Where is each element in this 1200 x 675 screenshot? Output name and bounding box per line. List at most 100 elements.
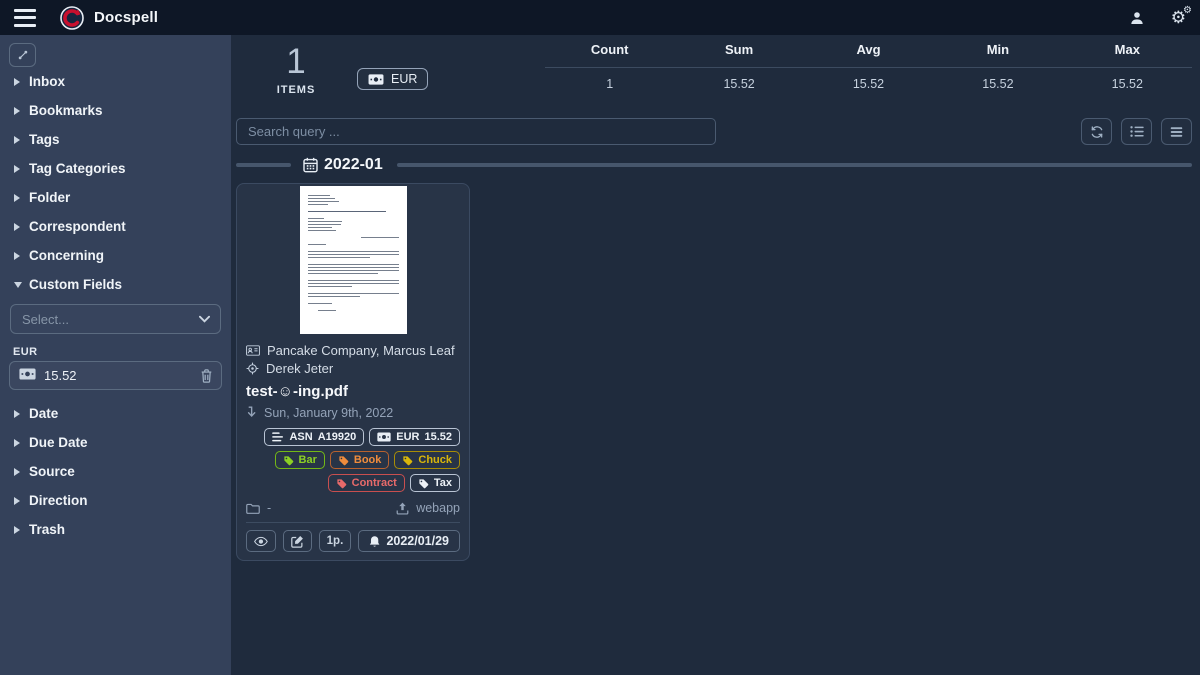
stats-header-min: Min: [933, 42, 1062, 68]
custom-field-value: 15.52: [44, 368, 77, 383]
items-count: 1 ITEMS: [266, 43, 326, 96]
custom-field-select[interactable]: Select...: [10, 304, 221, 334]
stats-value-avg: 15.52: [804, 68, 933, 91]
sidebar-item-trash[interactable]: Trash: [0, 515, 231, 544]
edit-button[interactable]: [283, 530, 312, 552]
divider: [236, 163, 291, 167]
amount-badge: EUR 15.52: [369, 428, 460, 446]
tag-bar[interactable]: Bar: [275, 451, 325, 469]
stats-value-sum: 15.52: [674, 68, 803, 91]
sidebar-item-bookmarks[interactable]: Bookmarks: [0, 96, 231, 125]
item-date-text: Sun, January 9th, 2022: [264, 406, 393, 420]
caret-right-icon: [13, 193, 23, 203]
preview-button[interactable]: [246, 530, 276, 552]
search-row: [236, 118, 1192, 145]
tag-contract[interactable]: Contract: [328, 474, 405, 492]
app-title: Docspell: [94, 9, 158, 26]
stats-header-avg: Avg: [804, 42, 933, 68]
money-bill-icon: [368, 74, 384, 85]
caret-right-icon: [13, 164, 23, 174]
caret-right-icon: [13, 496, 23, 506]
items-count-value: 1: [266, 43, 326, 82]
stats-header-sum: Sum: [674, 42, 803, 68]
sidebar-item-concerning[interactable]: Concerning: [0, 241, 231, 270]
calendar-icon: [303, 157, 318, 173]
list-icon: [1130, 125, 1144, 138]
caret-right-icon: [13, 222, 23, 232]
concerning-text: Derek Jeter: [266, 361, 333, 376]
sidebar-item-due-date[interactable]: Due Date: [0, 428, 231, 457]
edit-icon: [291, 535, 304, 548]
sidebar-item-direction[interactable]: Direction: [0, 486, 231, 515]
folder-icon: [246, 503, 260, 514]
refresh-icon: [1090, 125, 1104, 139]
filter-sidebar: Inbox Bookmarks Tags Tag Categories Fold…: [0, 35, 231, 675]
crosshair-icon: [246, 362, 259, 375]
correspondent-line: Pancake Company, Marcus Leaf: [246, 341, 460, 359]
items-count-label: ITEMS: [266, 84, 326, 96]
sidebar-item-tags[interactable]: Tags: [0, 125, 231, 154]
item-date-line: Sun, January 9th, 2022: [246, 404, 460, 421]
due-date-badge[interactable]: 2022/01/29: [358, 530, 460, 552]
caret-right-icon: [13, 409, 23, 419]
caret-right-icon: [13, 106, 23, 116]
docspell-logo: [60, 6, 84, 30]
item-card[interactable]: Pancake Company, Marcus Leaf Derek Jeter…: [236, 183, 470, 561]
tag-icon: [418, 478, 429, 489]
sidebar-item-custom-fields[interactable]: Custom Fields: [0, 270, 231, 299]
stats-table: Count Sum Avg Min Max 1 15.52 15.52 15.5…: [545, 42, 1192, 91]
custom-field-label: EUR: [13, 346, 231, 358]
item-title[interactable]: test-☺-ing.pdf: [246, 383, 460, 400]
money-bill-icon: [377, 432, 391, 442]
item-list-area: 1 ITEMS EUR Count Sum Avg Min Max 1 15.5…: [231, 35, 1200, 675]
stats-value-count: 1: [545, 68, 674, 91]
detail-list-view-button[interactable]: [1121, 118, 1152, 145]
stats-value-max: 15.52: [1063, 68, 1192, 91]
chevron-down-icon: [199, 315, 210, 323]
custom-field-eur-input[interactable]: 15.52: [9, 361, 222, 390]
caret-right-icon: [13, 251, 23, 261]
concerning-line: Derek Jeter: [246, 359, 460, 377]
sidebar-item-date[interactable]: Date: [0, 399, 231, 428]
page-count-badge[interactable]: 1p.: [319, 530, 351, 552]
search-input[interactable]: [236, 118, 716, 145]
caret-right-icon: [13, 77, 23, 87]
bell-icon: [369, 535, 380, 548]
currency-filter-button[interactable]: EUR: [357, 68, 428, 90]
stats-value-min: 15.52: [933, 68, 1062, 91]
settings-gears-icon[interactable]: ⚙⚙: [1171, 9, 1186, 26]
sidebar-item-correspondent[interactable]: Correspondent: [0, 212, 231, 241]
sidebar-item-tag-categories[interactable]: Tag Categories: [0, 154, 231, 183]
due-date-text: 2022/01/29: [386, 534, 449, 548]
remove-custom-field-button[interactable]: [200, 369, 213, 383]
address-card-icon: [246, 345, 260, 356]
sidebar-item-source[interactable]: Source: [0, 457, 231, 486]
user-account-icon[interactable]: [1129, 10, 1145, 26]
month-group-label: 2022-01: [324, 156, 383, 174]
tag-chuck[interactable]: Chuck: [394, 451, 460, 469]
tag-icon: [402, 455, 413, 466]
tag-book[interactable]: Book: [330, 451, 390, 469]
caret-right-icon: [13, 438, 23, 448]
stats-header-count: Count: [545, 42, 674, 68]
correspondent-text: Pancake Company, Marcus Leaf: [267, 343, 455, 358]
top-navbar: Docspell ⚙⚙: [0, 0, 1200, 35]
item-card-body: Pancake Company, Marcus Leaf Derek Jeter…: [237, 334, 469, 560]
folder-value: -: [267, 501, 271, 515]
folder-source-row: - webapp: [246, 501, 460, 515]
collapse-sidebar-button[interactable]: [9, 43, 36, 67]
caret-right-icon: [13, 467, 23, 477]
tag-tax[interactable]: Tax: [410, 474, 460, 492]
refresh-button[interactable]: [1081, 118, 1112, 145]
document-thumbnail[interactable]: [237, 184, 469, 334]
compact-view-button[interactable]: [1161, 118, 1192, 145]
month-group-header: 2022-01: [236, 154, 1192, 176]
sidebar-item-inbox[interactable]: Inbox: [0, 67, 231, 96]
bars-icon: [1170, 126, 1183, 138]
menu-icon[interactable]: [14, 9, 36, 27]
caret-down-icon: [13, 281, 23, 289]
tag-icon: [336, 478, 347, 489]
sidebar-item-folder[interactable]: Folder: [0, 183, 231, 212]
item-card-footer: 1p. 2022/01/29: [246, 522, 460, 552]
asn-badge: ASN A19920: [264, 428, 364, 446]
